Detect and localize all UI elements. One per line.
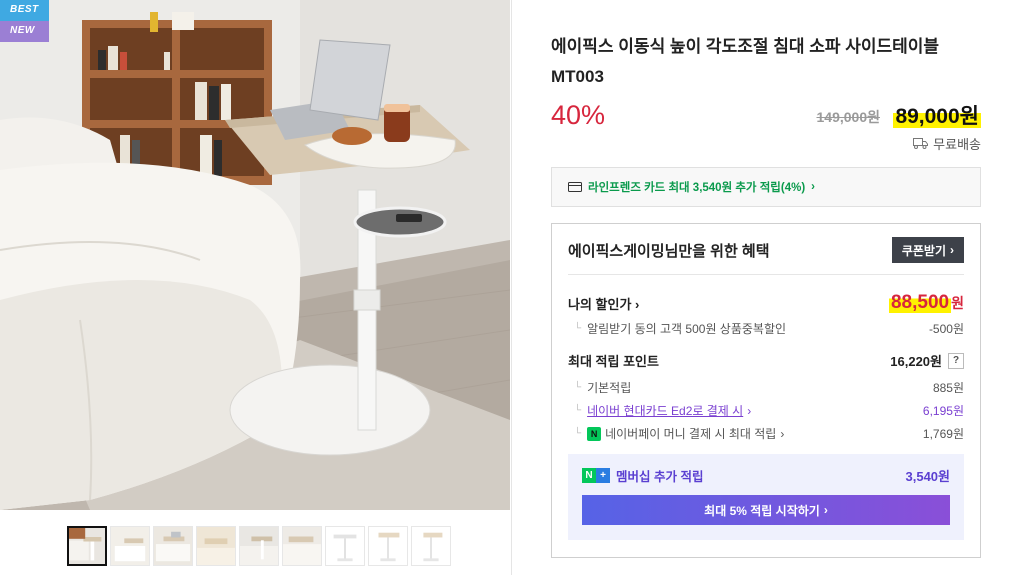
naverpay-icon: N xyxy=(587,426,602,441)
original-price: 149,000원 xyxy=(816,109,881,125)
credit-card-icon xyxy=(568,182,582,192)
my-price-value: 88,500 xyxy=(888,292,952,313)
alarm-discount-value: -500원 xyxy=(928,322,964,336)
thumbnail-1[interactable] xyxy=(67,526,107,566)
product-main-image[interactable]: BEST NEW xyxy=(0,0,510,510)
hyundai-card-link[interactable]: 네이버 현대카드 Ed2로 결제 시 xyxy=(587,402,743,419)
base-points-label: 기본적립 xyxy=(587,381,632,395)
thumbnail-2[interactable] xyxy=(110,526,150,566)
discount-rate: 40% xyxy=(551,100,606,130)
thumbnail-4[interactable] xyxy=(196,526,236,566)
membership-value: 3,540원 xyxy=(905,469,951,484)
shipping-info: 무료배송 xyxy=(913,134,981,153)
benefit-header: 에이픽스게이밍님만을 위한 혜택 쿠폰받기 › xyxy=(568,237,964,263)
start-membership-button[interactable]: 최대 5% 적립 시작하기 › xyxy=(582,495,950,525)
tree-connector-icon: └ xyxy=(574,405,582,416)
thumbnail-3[interactable] xyxy=(153,526,193,566)
card-promo-banner[interactable]: 라인프렌즈 카드 최대 3,540원 추가 적립(4%) › xyxy=(551,167,981,207)
membership-box: N + 멤버십 추가 적립 3,540원 최대 5% 적립 시작하기 › xyxy=(568,454,964,540)
truck-icon xyxy=(913,138,929,149)
tree-connector-icon: └ xyxy=(574,428,582,439)
thumbnail-5[interactable] xyxy=(239,526,279,566)
divider xyxy=(568,274,964,275)
chevron-right-icon: › xyxy=(747,403,752,418)
product-photo xyxy=(0,0,510,510)
start-membership-label: 최대 5% 적립 시작하기 xyxy=(704,503,820,518)
benefit-title: 에이픽스게이밍님만을 위한 혜택 xyxy=(568,242,770,260)
my-price: 88,500 원 xyxy=(888,292,964,314)
npay-label[interactable]: 네이버페이 머니 결제 시 최대 적립 xyxy=(605,425,776,442)
chevron-right-icon: › xyxy=(811,181,815,193)
member-benefit-box: 에이픽스게이밍님만을 위한 혜택 쿠폰받기 › 나의 할인가 › 88,500 원… xyxy=(551,223,981,558)
coupon-button[interactable]: 쿠폰받기 › xyxy=(891,237,964,263)
my-price-row: 나의 할인가 › 88,500 원 xyxy=(568,292,964,314)
tree-connector-icon: └ xyxy=(574,323,582,334)
hyundai-card-value: 6,195원 xyxy=(922,404,964,418)
membership-label: 멤버십 추가 적립 xyxy=(616,470,704,484)
chevron-right-icon: › xyxy=(635,296,640,312)
thumbnail-7[interactable] xyxy=(325,526,365,566)
my-price-unit: 원 xyxy=(951,295,964,311)
alarm-discount-label: 알림받기 동의 고객 500원 상품중복할인 xyxy=(587,322,787,336)
product-gallery: BEST NEW xyxy=(0,0,512,575)
my-price-link[interactable]: 나의 할인가 › xyxy=(568,294,639,313)
thumbnail-list xyxy=(67,526,451,566)
product-title: 에이픽스 이동식 높이 각도조절 침대 소파 사이드테이블 MT003 xyxy=(551,37,940,86)
thumbnail-6[interactable] xyxy=(282,526,322,566)
points-value: 16,220원 xyxy=(890,354,942,369)
points-label: 최대 적립 포인트 xyxy=(568,354,659,369)
naver-plus-icon: N + xyxy=(582,468,610,483)
card-promo-text: 라인프렌즈 카드 최대 3,540원 추가 적립(4%) xyxy=(588,182,806,194)
npay-row: └ N 네이버페이 머니 결제 시 최대 적립 › 1,769원 xyxy=(568,425,964,442)
npay-value: 1,769원 xyxy=(922,427,964,441)
sale-price: 89,000원 xyxy=(893,100,981,130)
points-row: 최대 적립 포인트 16,220원 ? xyxy=(568,351,964,370)
membership-row: N + 멤버십 추가 적립 3,540원 xyxy=(582,466,950,485)
best-badge: BEST xyxy=(0,0,49,21)
chevron-right-icon: › xyxy=(823,503,828,517)
chevron-right-icon: › xyxy=(780,426,785,441)
chevron-right-icon: › xyxy=(950,243,954,257)
tree-connector-icon: └ xyxy=(574,382,582,393)
sale-price-value: 89,000원 xyxy=(893,105,981,128)
base-points-row: └ 기본적립 885원 xyxy=(568,379,964,396)
new-badge: NEW xyxy=(0,21,49,42)
my-price-label: 나의 할인가 xyxy=(568,296,632,312)
thumbnail-9[interactable] xyxy=(411,526,451,566)
base-points-value: 885원 xyxy=(932,381,964,395)
hyundai-card-row: └ 네이버 현대카드 Ed2로 결제 시 › 6,195원 xyxy=(568,402,964,419)
coupon-button-label: 쿠폰받기 xyxy=(901,243,946,258)
help-icon[interactable]: ? xyxy=(948,352,964,369)
shipping-label: 무료배송 xyxy=(933,137,981,152)
thumbnail-8[interactable] xyxy=(368,526,408,566)
alarm-discount-row: └ 알림받기 동의 고객 500원 상품중복할인 -500원 xyxy=(568,320,964,337)
